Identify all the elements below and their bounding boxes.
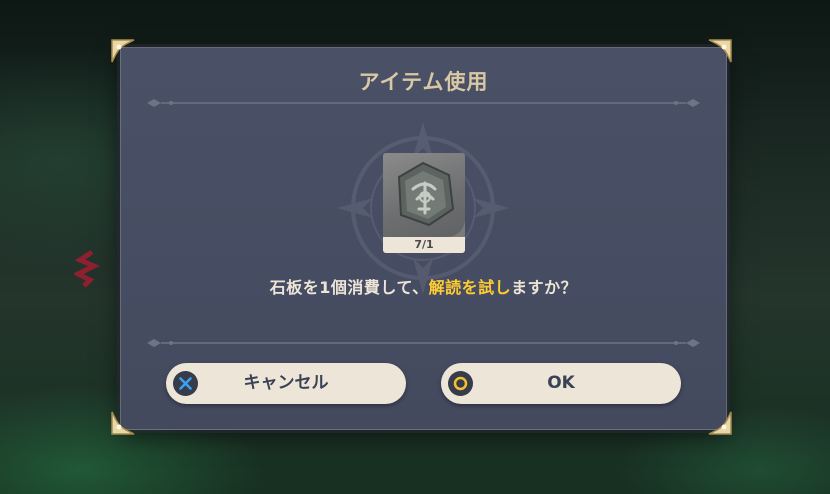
item-art	[383, 153, 465, 237]
top-divider	[147, 99, 700, 107]
red-glyph-marker-icon	[74, 250, 100, 288]
corner-ornament-icon	[708, 411, 732, 435]
stone-tablet-icon	[397, 161, 455, 227]
ok-button[interactable]: OK	[441, 363, 681, 404]
message-text-end: ますか？	[511, 278, 578, 297]
item-count: 7/1	[383, 237, 465, 253]
cancel-button-label: キャンセル	[243, 373, 329, 393]
item-use-dialog: アイテム使用 7/1 石板を1個消費して、解読を試しますか？ キャンセル OK	[120, 47, 727, 430]
ok-button-label: OK	[547, 373, 575, 393]
cancel-button[interactable]: キャンセル	[166, 363, 406, 404]
item-card: 7/1	[383, 153, 465, 253]
message-highlight: 解読を試し	[428, 278, 512, 297]
dialog-title: アイテム使用	[358, 70, 489, 94]
confirm-message: 石板を1個消費して、解読を試しますか？	[121, 274, 726, 298]
corner-ornament-icon	[111, 411, 135, 435]
bottom-divider	[147, 339, 700, 347]
corner-ornament-icon	[708, 39, 732, 63]
message-text: 石板を1個消費して、	[269, 278, 429, 297]
corner-ornament-icon	[111, 39, 135, 63]
